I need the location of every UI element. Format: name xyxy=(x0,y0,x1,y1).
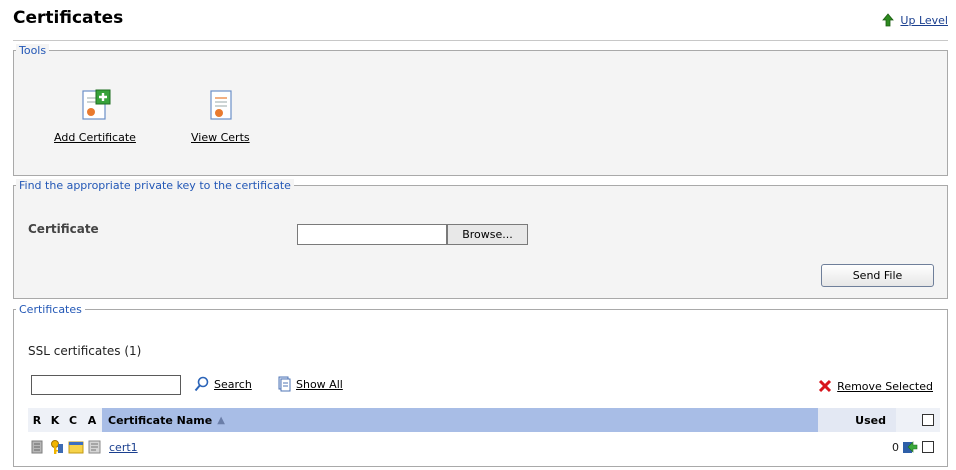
ssl-certificates-count: SSL certificates (1) xyxy=(28,344,142,358)
tools-panel: Tools Add Certificate View Certs xyxy=(13,44,948,176)
view-certs-button[interactable]: View Certs xyxy=(191,88,250,144)
page-title: Certificates xyxy=(13,8,124,28)
view-certs-icon xyxy=(203,88,237,125)
select-all-checkbox[interactable] xyxy=(922,414,934,426)
authority-icon xyxy=(87,439,103,455)
sort-ascending-icon: ▲ xyxy=(217,414,225,426)
send-file-button[interactable]: Send File xyxy=(821,264,934,287)
server-icon xyxy=(29,439,45,455)
private-key-panel: Find the appropriate private key to the … xyxy=(13,179,948,299)
remove-selected-link[interactable]: Remove Selected xyxy=(817,378,933,394)
magnifier-icon xyxy=(194,376,210,392)
red-x-icon xyxy=(817,378,833,394)
certificate-file-input[interactable] xyxy=(297,224,447,245)
view-certs-label[interactable]: View Certs xyxy=(191,131,250,144)
certificate-folder-icon xyxy=(68,439,84,455)
certificates-panel: Certificates SSL certificates (1) Search… xyxy=(13,303,948,467)
row-select-checkbox[interactable] xyxy=(922,441,934,453)
column-header-a: A xyxy=(87,413,97,427)
remove-selected-label[interactable]: Remove Selected xyxy=(837,380,933,393)
title-divider xyxy=(13,40,948,41)
certificate-name-cell[interactable]: cert1 xyxy=(109,440,892,454)
up-level-link[interactable]: Up Level xyxy=(880,12,948,28)
table-row: cert1 0 xyxy=(28,436,940,458)
certificates-table-header: R K C A Certificate Name ▲ Used xyxy=(28,408,940,432)
column-header-certificate-name[interactable]: Certificate Name ▲ xyxy=(102,408,818,432)
column-header-c: C xyxy=(68,413,78,427)
search-label[interactable]: Search xyxy=(214,378,252,391)
used-count-cell: 0 xyxy=(892,440,899,454)
certificate-name-link[interactable]: cert1 xyxy=(109,441,138,454)
show-all-label[interactable]: Show All xyxy=(296,378,343,391)
up-arrow-icon xyxy=(880,12,896,28)
private-key-legend: Find the appropriate private key to the … xyxy=(16,179,294,192)
column-header-r: R xyxy=(32,413,42,427)
certificates-legend: Certificates xyxy=(16,303,85,316)
column-header-used[interactable]: Used xyxy=(818,408,896,432)
search-input[interactable] xyxy=(31,375,181,395)
column-header-k: K xyxy=(50,413,60,427)
certificate-field-label: Certificate xyxy=(28,222,99,236)
key-icon xyxy=(49,439,65,455)
add-certificate-button[interactable]: Add Certificate xyxy=(54,88,136,144)
search-link[interactable]: Search xyxy=(194,376,252,392)
add-certificate-icon xyxy=(78,88,112,125)
add-certificate-label[interactable]: Add Certificate xyxy=(54,131,136,144)
browse-button[interactable]: Browse... xyxy=(447,224,528,245)
column-header-select-all xyxy=(896,408,940,432)
certificate-name-header-label: Certificate Name xyxy=(108,413,213,427)
export-arrow-icon[interactable] xyxy=(902,439,918,455)
tools-legend: Tools xyxy=(16,44,50,57)
up-level-label[interactable]: Up Level xyxy=(900,14,948,27)
show-all-link[interactable]: Show All xyxy=(276,376,343,392)
show-all-icon xyxy=(276,376,292,392)
